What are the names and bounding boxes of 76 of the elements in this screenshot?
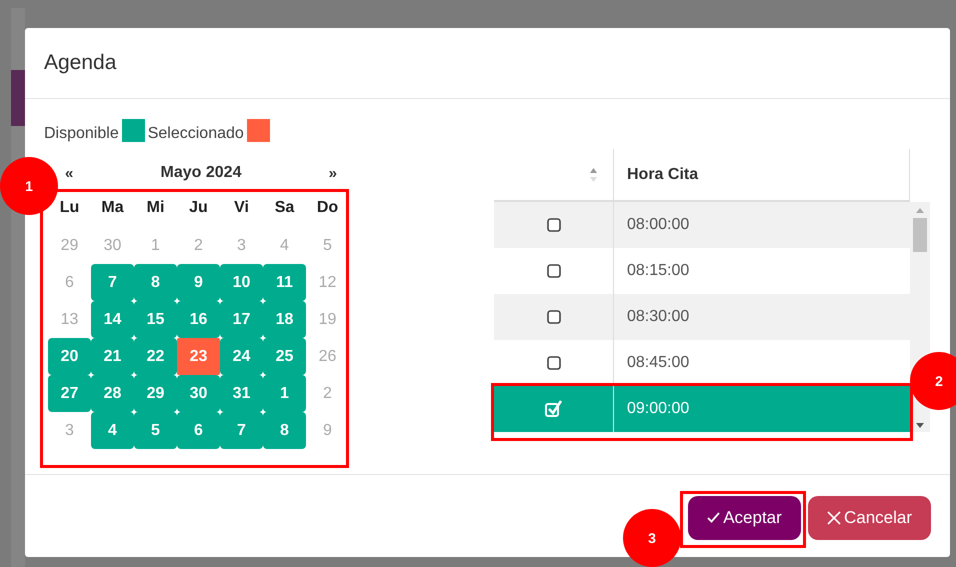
calendar-day[interactable]: 28 xyxy=(91,375,134,412)
table-cell: 08:00:00 xyxy=(627,216,690,234)
calendar-day[interactable]: 1 xyxy=(134,227,177,264)
calendar-day[interactable]: 8 xyxy=(134,264,177,301)
table-cell: 08:15:00 xyxy=(627,262,690,280)
calendar-day[interactable]: 26 xyxy=(306,338,349,375)
calendar-day[interactable]: 30 xyxy=(177,375,220,412)
weekday-label: Lu xyxy=(58,198,80,218)
legend-label: Seleccionado xyxy=(148,125,244,143)
month-title[interactable]: Mayo 2024 xyxy=(160,164,242,182)
calendar-day[interactable]: 14 xyxy=(91,301,134,338)
calendar-day[interactable]: 2 xyxy=(306,375,349,412)
weekday-label: Sa xyxy=(274,198,296,218)
checkbox[interactable] xyxy=(546,356,560,370)
calendar-day[interactable]: 31 xyxy=(220,375,263,412)
dialog-title: Agenda xyxy=(44,51,116,75)
calendar-day[interactable]: 29 xyxy=(48,227,91,264)
weekday-label: Do xyxy=(316,198,340,218)
accept-button[interactable]: Aceptar xyxy=(688,496,801,540)
calendar-day[interactable]: 6 xyxy=(177,412,220,449)
calendar-day[interactable]: 24 xyxy=(220,338,263,375)
close-icon xyxy=(826,510,841,524)
calendar-day[interactable]: 2 xyxy=(177,227,220,264)
previous-month-button[interactable]: « xyxy=(65,164,74,182)
calendar-day[interactable]: 19 xyxy=(306,301,349,338)
calendar-day[interactable]: 3 xyxy=(48,412,91,449)
weekday-label: Ju xyxy=(188,198,209,218)
checkbox[interactable] xyxy=(546,310,560,324)
weekday-label: Ma xyxy=(100,198,125,218)
calendar-day[interactable]: 9 xyxy=(177,264,220,301)
calendar-day[interactable]: 22 xyxy=(134,338,177,375)
table-row[interactable]: 08:00:00 xyxy=(494,202,910,248)
calendar-day[interactable]: 12 xyxy=(306,264,349,301)
calendar-day[interactable]: 7 xyxy=(220,412,263,449)
legend-label: Disponible xyxy=(44,125,119,143)
calendar-day[interactable]: 10 xyxy=(220,264,263,301)
cancel-button[interactable]: Cancelar xyxy=(808,496,931,540)
next-month-button[interactable]: » xyxy=(328,164,337,182)
weekday-label: Mi xyxy=(146,198,166,218)
calendar-day[interactable]: 5 xyxy=(306,227,349,264)
table-row[interactable]: 08:30:00 xyxy=(494,294,910,340)
calendar-day[interactable]: 3 xyxy=(220,227,263,264)
calendar-day[interactable]: 21 xyxy=(91,338,134,375)
calendar-day[interactable]: 6 xyxy=(48,264,91,301)
table-row[interactable]: 09:00:00 xyxy=(494,386,910,432)
calendar-day[interactable]: 17 xyxy=(220,301,263,338)
table-cell: 09:00:00 xyxy=(627,400,690,418)
sort-icon[interactable] xyxy=(590,168,597,182)
calendar-day[interactable]: 9 xyxy=(306,412,349,449)
table-cell: 08:45:00 xyxy=(627,354,690,372)
table-cell: 08:30:00 xyxy=(627,308,690,326)
checkbox[interactable] xyxy=(546,264,560,278)
calendar-day[interactable]: 20 xyxy=(48,338,91,375)
calendar-day[interactable]: 8 xyxy=(263,412,306,449)
calendar-day[interactable]: 27 xyxy=(48,375,91,412)
calendar-day[interactable]: 1 xyxy=(263,375,306,412)
calendar-day[interactable]: 23 xyxy=(177,338,220,375)
scroll-down-icon[interactable] xyxy=(916,423,924,428)
check-icon xyxy=(707,512,720,523)
table-header-cell[interactable]: Hora Cita xyxy=(614,149,910,200)
calendar-day[interactable]: 30 xyxy=(91,227,134,264)
calendar-day[interactable]: 4 xyxy=(91,412,134,449)
calendar-day[interactable]: 5 xyxy=(134,412,177,449)
calendar-day[interactable]: 25 xyxy=(263,338,306,375)
calendar-day[interactable]: 4 xyxy=(263,227,306,264)
calendar-day[interactable]: 7 xyxy=(91,264,134,301)
checkbox[interactable] xyxy=(544,399,564,419)
calendar-day[interactable]: 11 xyxy=(263,264,306,301)
weekday-label: Vi xyxy=(233,198,250,218)
checkbox[interactable] xyxy=(546,218,560,232)
calendar-day[interactable]: 29 xyxy=(134,375,177,412)
calendar-day[interactable]: 18 xyxy=(263,301,306,338)
calendar-day[interactable]: 16 xyxy=(177,301,220,338)
calendar-day[interactable]: 15 xyxy=(134,301,177,338)
scrollbar-thumb[interactable] xyxy=(913,218,927,252)
calendar-day[interactable]: 13 xyxy=(48,301,91,338)
